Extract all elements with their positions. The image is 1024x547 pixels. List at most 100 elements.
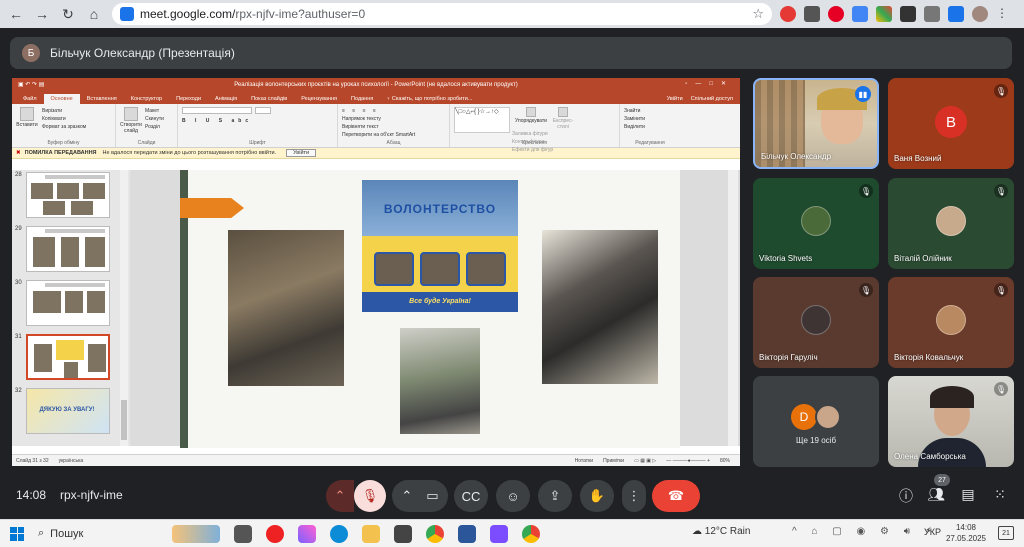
people-icon[interactable]: 👥︎ (926, 486, 946, 503)
participant-tile[interactable]: 🎙︎ В Ваня Возний (888, 78, 1014, 169)
slide-thumbnail[interactable] (26, 172, 110, 218)
format-painter-button[interactable]: Формат за зразком (42, 123, 86, 131)
participant-tile[interactable]: 🎙︎ Віталій Олійник (888, 178, 1014, 269)
pinterest-extension-icon[interactable] (828, 6, 844, 22)
edge-icon[interactable] (330, 524, 348, 543)
smartart-button[interactable]: Перетворити на об'єкт SmartArt (342, 131, 445, 139)
font-format-icons[interactable]: B I U S abc (182, 118, 333, 124)
raise-hand-button[interactable]: ✋ (580, 480, 614, 512)
back-icon[interactable]: ← (6, 4, 26, 24)
share-button[interactable]: Спільний доступ (689, 94, 740, 104)
participant-tile[interactable]: ▮▮ Більчук Олександр (753, 78, 879, 169)
presenter-chip[interactable]: Б Більчук Олександр (Презентація) (10, 37, 1012, 69)
slide-thumbnail[interactable] (26, 280, 110, 326)
taskbar-search[interactable]: ⌕ Пошук (38, 527, 168, 540)
new-slide-icon[interactable] (124, 107, 138, 121)
paste-icon[interactable] (20, 107, 34, 121)
camera-icon[interactable]: ▭ (426, 488, 438, 504)
forward-icon[interactable]: → (32, 4, 52, 24)
shape-fill-button[interactable]: Заливка фігури (512, 130, 553, 138)
address-bar[interactable]: meet.google.com/rpx-njfv-ime?authuser=0 … (112, 3, 772, 25)
participant-tile[interactable]: 🎙︎ Олена Самборська (888, 376, 1014, 467)
tab-animations[interactable]: Анімація (208, 94, 244, 104)
participant-tile[interactable]: 🎙︎ Вікторія Ковальчук (888, 277, 1014, 368)
participant-tile[interactable]: 🎙︎ Вікторія Гаруліч (753, 277, 879, 368)
new-slide-button[interactable]: Створити слайд (120, 122, 142, 134)
window-controls[interactable]: ▫—□✕ (685, 80, 734, 87)
color-extension-icon[interactable] (876, 6, 892, 22)
section-button[interactable]: Розділ (145, 123, 164, 131)
slide-thumbnail[interactable] (26, 226, 110, 272)
adblock-extension-icon[interactable] (780, 6, 796, 22)
chat-icon[interactable]: ▤ (958, 486, 978, 503)
opera-icon[interactable] (266, 524, 284, 543)
layout-button[interactable]: Макет (145, 107, 164, 115)
reload-icon[interactable]: ↻ (58, 4, 78, 24)
tab-transitions[interactable]: Переходи (169, 94, 208, 104)
mic-off-button[interactable]: 🎙︎ (354, 480, 386, 512)
quick-styles-button[interactable]: Експрес-стилі (550, 118, 576, 130)
present-button[interactable]: ⇪ (538, 480, 572, 512)
tab-insert[interactable]: Вставлення (80, 94, 124, 104)
participant-tile[interactable]: 🎙︎ Viktoria Shvets (753, 178, 879, 269)
copilot-icon[interactable] (298, 524, 316, 543)
font-size-input[interactable] (255, 107, 271, 114)
file-explorer-icon[interactable] (362, 524, 380, 543)
browser-menu-icon[interactable]: ⋮ (996, 6, 1012, 22)
comments-button[interactable]: Примітки (603, 458, 624, 464)
arrange-button[interactable]: Упорядкувати (514, 118, 548, 124)
shapes-gallery[interactable]: ╲□○△⌐{ }☆→↑◇ (454, 107, 510, 133)
quick-styles-icon[interactable] (558, 107, 568, 117)
tab-review[interactable]: Рецензування (294, 94, 344, 104)
zoom-level[interactable]: 80% (720, 458, 730, 464)
taskbar-clock[interactable]: 14:08 27.05.2025 (944, 522, 988, 544)
captions-button[interactable]: CC (454, 480, 488, 512)
paste-button[interactable]: Вставити (16, 122, 38, 128)
word-icon[interactable] (458, 524, 476, 543)
tab-file[interactable]: Файл (16, 94, 44, 104)
find-button[interactable]: Знайти (624, 107, 676, 115)
view-icons[interactable]: ▭ ▦ ▣ ▷ (634, 458, 656, 464)
camera-options-chevron-icon[interactable]: ⌃ (401, 488, 412, 504)
system-tray-icons[interactable]: ^ ⌂ ▢ ◉ ⚙ 🔊︎ ⚡︎ (792, 526, 938, 537)
replace-button[interactable]: Замінити (624, 115, 676, 123)
weather-widget[interactable]: ☁ 12°C Rain (692, 526, 750, 537)
home-icon[interactable]: ⌂ (84, 4, 104, 24)
notification-center-icon[interactable]: 21 (998, 526, 1014, 540)
task-view-icon[interactable] (234, 524, 252, 543)
more-options-button[interactable]: ⋮ (622, 480, 646, 512)
more-participants-tile[interactable]: D Ще 19 осіб (753, 376, 879, 467)
viber-icon[interactable] (490, 524, 508, 543)
copy-button[interactable]: Копіювати (42, 115, 86, 123)
puzzle-extensions-icon[interactable] (924, 6, 940, 22)
current-slide[interactable]: ВОЛОНТЕРСТВО Все буде Україна! (180, 170, 680, 448)
tab-view[interactable]: Подання (344, 94, 380, 104)
extension-icon[interactable] (804, 6, 820, 22)
slide-thumbnail-selected[interactable] (26, 334, 110, 380)
tab-home[interactable]: Основне (43, 94, 80, 104)
list-icons[interactable]: ≡ ≡ ≡ ≡ (342, 107, 445, 115)
quick-access-icons[interactable]: ▣ ↶ ↷ ▤ (18, 81, 44, 88)
search-highlight-image[interactable] (172, 524, 220, 543)
input-language[interactable]: УКР (924, 527, 941, 537)
error-sign-in-button[interactable]: Увійти (286, 149, 317, 157)
cut-button[interactable]: Вирізати (42, 107, 86, 115)
bookmark-star-icon[interactable]: ☆ (752, 6, 764, 22)
scroll-knob[interactable] (121, 400, 127, 440)
sign-in-link[interactable]: Увійти (661, 94, 689, 104)
store-icon[interactable] (394, 524, 412, 543)
select-button[interactable]: Виділити (624, 123, 676, 131)
windows-start-icon[interactable] (10, 526, 24, 541)
zoom-slider[interactable]: — ———●——— + (666, 458, 710, 464)
text-direction-button[interactable]: Напрямок тексту (342, 115, 445, 123)
download-icon[interactable] (948, 6, 964, 22)
font-name-input[interactable] (182, 107, 252, 114)
emoji-button[interactable]: ☺ (496, 480, 530, 512)
profile-avatar[interactable] (972, 6, 988, 22)
reset-button[interactable]: Скинути (145, 115, 164, 123)
tell-me-box[interactable]: ♀ Скажіть, що потрібно зробити... (380, 94, 478, 104)
tab-slideshow[interactable]: Показ слайдів (244, 94, 294, 104)
activities-icon[interactable]: ⁙ (990, 486, 1010, 503)
arrange-icon[interactable] (526, 107, 536, 117)
translate-extension-icon[interactable] (852, 6, 868, 22)
